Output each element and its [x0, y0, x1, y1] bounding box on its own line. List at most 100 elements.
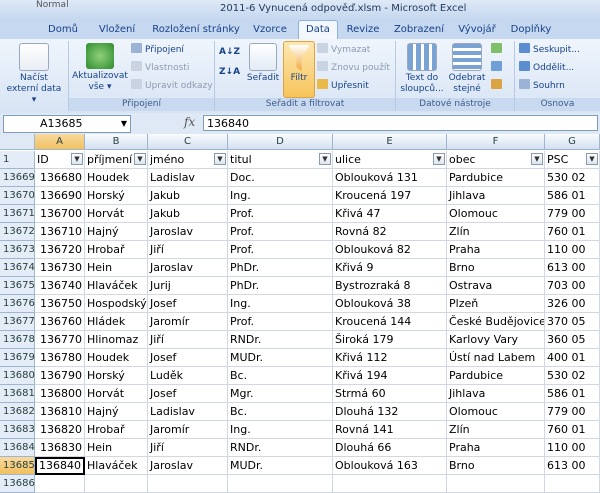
cell[interactable] — [447, 475, 545, 493]
cell[interactable]: Horvát — [85, 385, 148, 403]
cell[interactable]: Křivá 47 — [333, 205, 447, 223]
cell[interactable]: Praha — [447, 241, 545, 259]
name-box[interactable]: A13685 ▼ — [3, 115, 131, 133]
filter-dropdown-icon[interactable]: ▼ — [433, 153, 445, 165]
cell[interactable] — [228, 475, 333, 493]
cell[interactable]: Hein — [85, 259, 148, 277]
cell[interactable]: Oblouková 82 — [333, 241, 447, 259]
tab-review[interactable]: Revize — [342, 21, 384, 39]
cell[interactable]: RNDr. — [228, 439, 333, 457]
header-cell[interactable]: PSC ▼ — [545, 151, 600, 169]
remove-duplicates-button[interactable]: Odebrat stejné — [446, 43, 488, 95]
cell[interactable]: Kroucená 197 — [333, 187, 447, 205]
cell[interactable]: Pardubice — [447, 367, 545, 385]
fx-icon[interactable]: fx — [184, 115, 195, 129]
row-header[interactable]: 13670 — [0, 187, 35, 205]
cell[interactable]: Oblouková 38 — [333, 295, 447, 313]
cell[interactable]: Křivá 9 — [333, 259, 447, 277]
cell[interactable]: Hlaváček — [85, 457, 148, 475]
tab-view[interactable]: Zobrazení — [390, 21, 448, 39]
cell[interactable]: Hajný — [85, 223, 148, 241]
cell[interactable]: Luděk — [148, 367, 228, 385]
cell[interactable]: Horvát — [85, 205, 148, 223]
cell[interactable]: Jihlava — [447, 385, 545, 403]
cell[interactable]: Rovná 141 — [333, 421, 447, 439]
row-header[interactable]: 13682 — [0, 403, 35, 421]
cell[interactable]: 136830 — [35, 439, 85, 457]
cell[interactable]: Jaromír — [148, 421, 228, 439]
tab-data[interactable]: Data — [298, 20, 338, 40]
cell[interactable]: 370 05 — [545, 313, 600, 331]
row-header[interactable]: 13676 — [0, 295, 35, 313]
group-button[interactable]: Seskupit... — [519, 43, 580, 57]
header-cell[interactable]: ulice ▼ — [333, 151, 447, 169]
cell[interactable]: 136700 — [35, 205, 85, 223]
cell[interactable]: 400 01 — [545, 349, 600, 367]
properties-button[interactable]: Vlastnosti — [131, 61, 189, 75]
data-validation-button[interactable] — [491, 43, 505, 57]
cell[interactable]: Oblouková 163 — [333, 457, 447, 475]
cell[interactable]: Ladislav — [148, 403, 228, 421]
cell[interactable] — [35, 475, 85, 493]
header-cell[interactable]: jméno ▼ — [148, 151, 228, 169]
ungroup-button[interactable]: Oddělit... — [519, 61, 574, 75]
row-header[interactable]: 13685 — [0, 457, 35, 475]
cell[interactable]: Oblouková 131 — [333, 169, 447, 187]
cell[interactable]: 760 01 — [545, 421, 600, 439]
cell[interactable]: Ing. — [228, 295, 333, 313]
sort-az-button[interactable]: A↓Z — [219, 45, 240, 59]
reapply-button[interactable]: Znovu použít — [317, 61, 390, 75]
header-cell[interactable]: ID ▼ — [35, 151, 85, 169]
cell[interactable]: Křivá 194 — [333, 367, 447, 385]
column-header-d[interactable]: D — [228, 134, 333, 150]
cell[interactable]: Bystrozraká 8 — [333, 277, 447, 295]
cell[interactable]: Strmá 60 — [333, 385, 447, 403]
cell[interactable]: Plzeň — [447, 295, 545, 313]
cell[interactable]: Pardubice — [447, 169, 545, 187]
chevron-down-icon[interactable]: ▼ — [121, 116, 127, 132]
cell[interactable]: Jiří — [148, 331, 228, 349]
column-header-b[interactable]: B — [85, 134, 148, 150]
cell[interactable]: 760 01 — [545, 223, 600, 241]
cell[interactable]: RNDr. — [228, 331, 333, 349]
cell[interactable]: 530 02 — [545, 367, 600, 385]
cell[interactable]: Houdek — [85, 349, 148, 367]
cell[interactable]: Praha — [447, 439, 545, 457]
filter-dropdown-icon[interactable]: ▼ — [531, 153, 543, 165]
cell[interactable]: PhDr. — [228, 277, 333, 295]
cell[interactable]: Josef — [148, 349, 228, 367]
cell[interactable]: 136760 — [35, 313, 85, 331]
cell[interactable]: Ladislav — [148, 169, 228, 187]
header-cell[interactable]: obec ▼ — [447, 151, 545, 169]
cell[interactable]: Prof. — [228, 223, 333, 241]
filter-dropdown-icon[interactable]: ▼ — [71, 153, 83, 165]
tab-addins[interactable]: Doplňky — [506, 21, 556, 39]
cell[interactable]: 110 00 — [545, 439, 600, 457]
cell[interactable]: 360 05 — [545, 331, 600, 349]
cell[interactable] — [333, 475, 447, 493]
cell[interactable]: Kroucená 144 — [333, 313, 447, 331]
cell[interactable]: Hrobař — [85, 421, 148, 439]
cell[interactable]: Josef — [148, 295, 228, 313]
cell[interactable] — [85, 475, 148, 493]
cell[interactable]: Ostrava — [447, 277, 545, 295]
tab-developer[interactable]: Vývojář — [454, 21, 500, 39]
cell[interactable]: Josef — [148, 385, 228, 403]
tab-page-layout[interactable]: Rozložení stránky — [148, 21, 244, 39]
cell[interactable]: Jakub — [148, 205, 228, 223]
active-cell[interactable]: 136840 — [35, 457, 85, 475]
sort-button[interactable]: Seřadit — [245, 43, 281, 84]
cell[interactable]: Jiří — [148, 439, 228, 457]
cell[interactable]: 136790 — [35, 367, 85, 385]
cell[interactable]: Prof. — [228, 313, 333, 331]
cell[interactable]: 136690 — [35, 187, 85, 205]
cell[interactable]: Ústí nad Labem — [447, 349, 545, 367]
cell[interactable]: Prof. — [228, 241, 333, 259]
cell[interactable]: Olomouc — [447, 403, 545, 421]
cell[interactable]: Rovná 82 — [333, 223, 447, 241]
row-header[interactable]: 13671 — [0, 205, 35, 223]
sort-za-button[interactable]: Z↓A — [219, 65, 240, 79]
column-header-f[interactable]: F — [447, 134, 545, 150]
cell[interactable]: Jaroslav — [148, 223, 228, 241]
cell[interactable]: 779 00 — [545, 205, 600, 223]
